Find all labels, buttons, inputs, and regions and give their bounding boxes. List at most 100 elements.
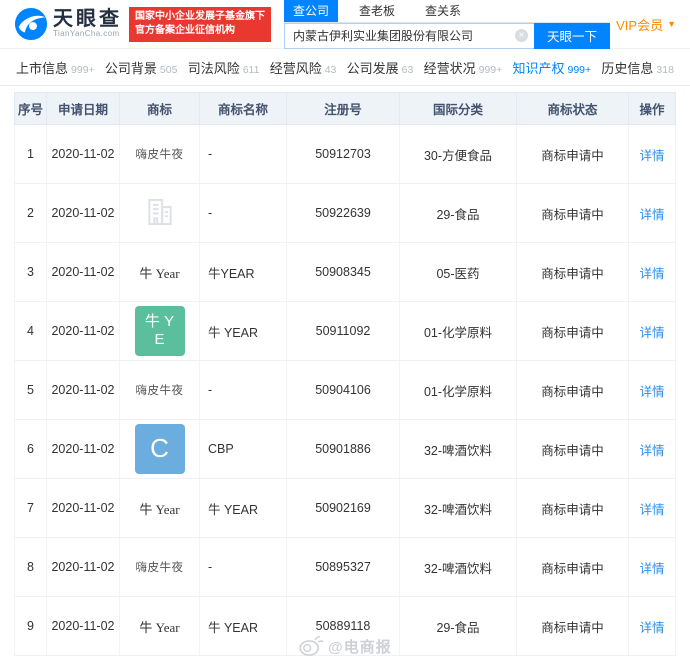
detail-link[interactable]: 详情 xyxy=(639,145,664,164)
site-header: 天眼查 TianYanCha.com 国家中小企业发展子基金旗下 官方备案企业征… xyxy=(0,0,690,49)
cell-index: 6 xyxy=(14,420,47,478)
cell-trademark-name: - xyxy=(200,361,287,419)
cell-trademark-name: CBP xyxy=(200,420,287,478)
badge-line2: 官方备案企业征信机构 xyxy=(135,25,235,36)
cell-intl-class: 29-食品 xyxy=(400,184,517,242)
cell-action: 详情 xyxy=(629,597,676,655)
cell-trademark-name: - xyxy=(200,125,287,183)
cell-registration-no: 50911092 xyxy=(287,302,400,360)
cell-index: 7 xyxy=(14,479,47,537)
search-tab[interactable]: 查老板 xyxy=(350,0,404,22)
trademark-image[interactable]: 牛 Year xyxy=(139,499,179,518)
nav-tab-label: 公司背景 xyxy=(104,60,157,76)
vip-menu[interactable]: VIP会员 ▼ xyxy=(616,15,676,34)
trademark-image[interactable]: 牛 Year xyxy=(139,617,179,636)
table-row: 6 2020-11-02 C CBP 50901886 32-啤酒饮料 商标申请… xyxy=(14,420,676,479)
nav-tab[interactable]: 公司背景 505 xyxy=(105,58,178,77)
column-header: 商标 xyxy=(120,92,200,125)
nav-tab-count: 43 xyxy=(324,63,337,76)
clear-icon[interactable]: × xyxy=(514,29,528,42)
trademark-image[interactable] xyxy=(143,195,177,232)
detail-link[interactable]: 详情 xyxy=(639,263,664,282)
column-header: 注册号 xyxy=(287,92,400,125)
caret-down-icon: ▼ xyxy=(667,19,676,29)
cell-apply-date: 2020-11-02 xyxy=(47,184,120,242)
nav-tab[interactable]: 上市信息 999+ xyxy=(16,58,95,77)
cell-intl-class: 29-食品 xyxy=(400,597,517,655)
nav-tab[interactable]: 历史信息 318 xyxy=(601,58,674,77)
table-row: 3 2020-11-02 牛 Year 牛YEAR 50908345 05-医药… xyxy=(14,243,676,302)
nav-tab[interactable]: 知识产权 999+ xyxy=(512,58,591,77)
cell-action: 详情 xyxy=(629,479,676,537)
cell-trademark-status: 商标申请中 xyxy=(517,420,629,478)
search-tabs: 查公司 查老板 查关系 xyxy=(284,0,610,23)
trademark-image[interactable]: 嗨皮牛夜 xyxy=(136,382,184,398)
cell-trademark-status: 商标申请中 xyxy=(517,125,629,183)
column-header: 商标状态 xyxy=(517,92,629,125)
tianyancha-logo[interactable]: 天眼查 TianYanCha.com xyxy=(14,7,122,41)
detail-link[interactable]: 详情 xyxy=(639,617,664,636)
cell-action: 详情 xyxy=(629,302,676,360)
cell-apply-date: 2020-11-02 xyxy=(47,538,120,596)
cell-action: 详情 xyxy=(629,184,676,242)
trademark-image[interactable]: 嗨皮牛夜 xyxy=(136,559,184,575)
cell-index: 8 xyxy=(14,538,47,596)
cell-trademark-status: 商标申请中 xyxy=(517,597,629,655)
nav-tab[interactable]: 司法风险 611 xyxy=(188,58,260,77)
tianyancha-logo-icon xyxy=(14,7,48,41)
detail-link[interactable]: 详情 xyxy=(639,322,664,341)
search-tab[interactable]: 查关系 xyxy=(416,0,470,22)
detail-link[interactable]: 详情 xyxy=(639,558,664,577)
trademark-image[interactable]: 牛 YE xyxy=(134,306,185,356)
search-input[interactable] xyxy=(285,28,534,43)
building-placeholder-icon xyxy=(147,198,172,225)
search-input-wrap: × xyxy=(284,22,534,49)
cell-index: 4 xyxy=(14,302,47,360)
cell-registration-no: 50901886 xyxy=(287,420,400,478)
table-header-row: 序号 申请日期 商标 商标名称 注册号 国际分类 商标状态 操作 xyxy=(14,92,676,125)
table-row: 8 2020-11-02 嗨皮牛夜 - 50895327 32-啤酒饮料 商标申… xyxy=(14,538,676,597)
cell-trademark-status: 商标申请中 xyxy=(517,538,629,596)
nav-tab[interactable]: 公司发展 63 xyxy=(347,58,414,77)
nav-tab[interactable]: 经营风险 43 xyxy=(270,58,337,77)
cell-trademark: 嗨皮牛夜 xyxy=(120,538,200,596)
column-header: 商标名称 xyxy=(200,92,287,125)
trademark-image[interactable]: 嗨皮牛夜 xyxy=(136,146,184,162)
cell-trademark-name: 牛 YEAR xyxy=(200,479,287,537)
cell-registration-no: 50908345 xyxy=(287,243,400,301)
nav-tab-count: 999+ xyxy=(71,63,95,76)
column-header: 申请日期 xyxy=(47,92,120,125)
detail-link[interactable]: 详情 xyxy=(639,440,664,459)
cell-trademark-status: 商标申请中 xyxy=(517,361,629,419)
column-header: 国际分类 xyxy=(400,92,517,125)
nav-tab[interactable]: 经营状况 999+ xyxy=(424,58,503,77)
cell-apply-date: 2020-11-02 xyxy=(47,361,120,419)
nav-tab-label: 上市信息 xyxy=(16,60,69,76)
cell-apply-date: 2020-11-02 xyxy=(47,125,120,183)
cell-trademark: 嗨皮牛夜 xyxy=(120,125,200,183)
nav-tab-label: 经营状况 xyxy=(423,60,476,76)
certification-badge: 国家中小企业发展子基金旗下 官方备案企业征信机构 xyxy=(129,6,271,42)
search-button[interactable]: 天眼一下 xyxy=(533,22,610,49)
cell-action: 详情 xyxy=(629,420,676,478)
detail-link[interactable]: 详情 xyxy=(639,204,664,223)
cell-registration-no: 50912703 xyxy=(287,125,400,183)
cell-trademark: 牛 YE xyxy=(120,302,200,360)
table-row: 4 2020-11-02 牛 YE 牛 YEAR 50911092 01-化学原… xyxy=(14,302,676,361)
detail-link[interactable]: 详情 xyxy=(639,499,664,518)
table-body: 1 2020-11-02 嗨皮牛夜 - 50912703 30-方便食品 商标申… xyxy=(14,125,676,656)
logo-title: 天眼查 xyxy=(53,8,122,31)
trademark-image[interactable]: C xyxy=(134,424,185,474)
nav-tab-count: 999+ xyxy=(567,63,592,76)
cell-trademark: 牛 Year xyxy=(120,479,200,537)
cell-index: 9 xyxy=(14,597,47,655)
cell-registration-no: 50889118 xyxy=(287,597,400,655)
search-tab[interactable]: 查公司 xyxy=(284,0,339,22)
nav-tab-label: 公司发展 xyxy=(346,60,399,76)
cell-trademark xyxy=(120,184,200,242)
cell-trademark: 牛 Year xyxy=(120,597,200,655)
vip-label: VIP会员 xyxy=(616,17,664,33)
trademark-image[interactable]: 牛 Year xyxy=(139,263,179,282)
detail-link[interactable]: 详情 xyxy=(639,381,664,400)
nav-tab-count: 318 xyxy=(656,63,674,76)
